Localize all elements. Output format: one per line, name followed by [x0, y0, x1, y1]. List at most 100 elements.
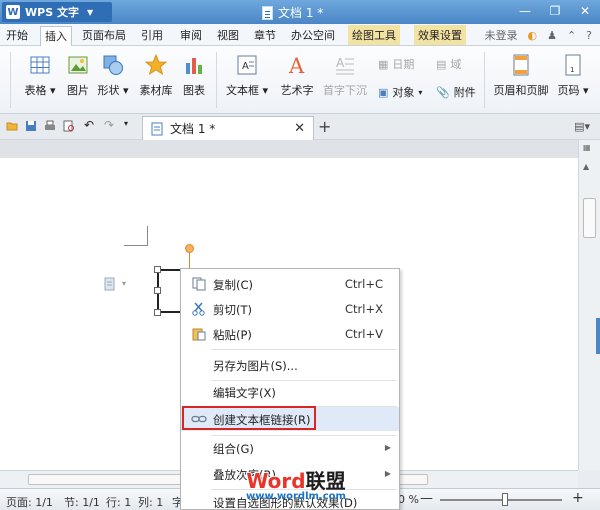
- undo-icon[interactable]: ↶: [84, 118, 96, 132]
- menu-item-cut[interactable]: 剪切(T) Ctrl+X: [181, 297, 399, 321]
- wordart-button[interactable]: A 艺术字: [276, 54, 318, 98]
- scissors-icon: [192, 302, 205, 316]
- print-preview-icon[interactable]: [63, 120, 75, 132]
- tab-insert[interactable]: 插入: [40, 26, 72, 46]
- minimize-button[interactable]: —: [510, 0, 540, 22]
- tab-drawing-tools[interactable]: 绘图工具: [348, 25, 400, 45]
- login-status[interactable]: 未登录: [484, 27, 517, 43]
- star-icon: [145, 54, 167, 76]
- context-menu: 复制(C) Ctrl+C 剪切(T) Ctrl+X 粘贴(P) Ctrl+V 另…: [180, 268, 400, 510]
- zoom-out-button[interactable]: —: [420, 491, 433, 506]
- menu-item-edit-text[interactable]: 编辑文字(X): [181, 380, 399, 404]
- insert-attachment-button[interactable]: 📎 附件: [436, 84, 476, 100]
- svg-text:A: A: [336, 56, 345, 70]
- ribbon: 表格 ▾ 图片 形状 ▾ 素材库 图表 A 文本框 ▾ A 艺术字 A 首字下沉…: [0, 46, 600, 114]
- header-footer-icon: [513, 54, 529, 76]
- chevron-down-icon[interactable]: ▾: [122, 279, 126, 288]
- insert-table-button[interactable]: 表格 ▾: [20, 54, 60, 98]
- menu-item-paste[interactable]: 粘贴(P) Ctrl+V: [181, 322, 399, 346]
- insert-object-button[interactable]: ▣ 对象 ▾: [378, 84, 422, 100]
- insert-chart-button[interactable]: 图表: [174, 54, 214, 98]
- submenu-arrow-icon: ▶: [384, 469, 391, 478]
- status-column[interactable]: 列: 1: [138, 494, 163, 510]
- menu-item-set-default-shape-effect[interactable]: 设置自选图形的默认效果(D): [181, 490, 399, 510]
- zoom-in-button[interactable]: +: [572, 490, 584, 506]
- table-icon: [30, 56, 50, 74]
- insert-picture-button[interactable]: 图片: [58, 54, 98, 98]
- chevron-up-icon[interactable]: ⌃: [567, 29, 576, 42]
- insert-date-button[interactable]: ▦ 日期: [378, 56, 414, 72]
- status-row[interactable]: 行: 1: [106, 494, 131, 510]
- drop-cap-button[interactable]: A 首字下沉: [322, 54, 368, 98]
- tab-page-layout[interactable]: 页面布局: [82, 27, 126, 43]
- tab-start[interactable]: 开始: [6, 27, 28, 43]
- save-icon[interactable]: [25, 120, 37, 132]
- tab-effects[interactable]: 效果设置: [414, 25, 466, 45]
- copy-icon: [192, 277, 206, 291]
- material-library-button[interactable]: 素材库: [136, 54, 176, 98]
- status-page[interactable]: 页面: 1/1: [6, 494, 53, 510]
- vertical-scrollbar[interactable]: ▦ ▲: [578, 140, 600, 470]
- chart-icon: [186, 58, 202, 74]
- help-icon[interactable]: ?: [586, 29, 592, 42]
- skin-icon[interactable]: ◐: [527, 29, 537, 42]
- menu-tabs: 开始 插入 页面布局 引用 审阅 视图 章节 办公空间 绘图工具 效果设置 未登…: [0, 24, 600, 46]
- svg-text:A: A: [242, 61, 249, 72]
- vertical-scroll-thumb[interactable]: [583, 198, 596, 238]
- menu-item-save-as-picture[interactable]: 另存为图片(S)...: [181, 353, 399, 377]
- close-tab-icon[interactable]: ✕: [294, 121, 305, 136]
- picture-icon: [68, 56, 88, 74]
- anchor-icon[interactable]: [103, 277, 117, 291]
- tab-view[interactable]: 视图: [217, 27, 239, 43]
- new-tab-icon[interactable]: +: [318, 117, 331, 136]
- print-icon[interactable]: [44, 120, 56, 132]
- paperclip-icon: 📎: [436, 85, 450, 99]
- tab-list-icon[interactable]: ▤▾: [574, 120, 590, 133]
- svg-text:1: 1: [570, 66, 574, 74]
- tab-office-space[interactable]: 办公空间: [291, 27, 335, 43]
- document-icon: [262, 5, 273, 20]
- resize-handle-top-left[interactable]: [154, 266, 161, 273]
- open-folder-icon[interactable]: [6, 120, 18, 132]
- menu-item-group[interactable]: 组合(G) ▶: [181, 436, 399, 460]
- shirt-icon[interactable]: ♟: [547, 29, 557, 42]
- restore-button[interactable]: ❐: [540, 0, 570, 22]
- redo-icon[interactable]: ↷: [104, 118, 116, 132]
- title-bar: W WPS 文字 ▼ 文档 1 * — ❐ ✕: [0, 0, 600, 24]
- insert-field-button[interactable]: ▤ 域: [436, 56, 461, 72]
- document-tab[interactable]: 文档 1 * ✕: [142, 116, 314, 140]
- close-button[interactable]: ✕: [570, 0, 600, 22]
- document-tab-label: 文档 1 *: [170, 122, 216, 136]
- drop-cap-icon: A: [336, 56, 354, 75]
- app-menu-button[interactable]: W WPS 文字 ▼: [2, 2, 112, 22]
- scroll-up-icon[interactable]: ▲: [583, 162, 589, 171]
- insert-textbox-button[interactable]: A 文本框 ▾: [224, 54, 270, 98]
- textbox-icon: A: [237, 55, 257, 75]
- resize-handle-bottom-left[interactable]: [154, 309, 161, 316]
- window-title-text: 文档 1 *: [278, 6, 324, 20]
- field-icon: ▤: [436, 57, 447, 71]
- customize-chevron-icon[interactable]: ▾: [124, 119, 136, 131]
- tab-references[interactable]: 引用: [141, 27, 163, 43]
- zoom-slider-thumb[interactable]: [501, 493, 508, 506]
- side-panel-toggle[interactable]: [596, 318, 600, 354]
- page-number-button[interactable]: 1 页码 ▾: [554, 54, 592, 98]
- insert-shape-button[interactable]: 形状 ▾: [93, 54, 133, 98]
- paste-icon: [192, 328, 206, 341]
- resize-handle-left[interactable]: [154, 287, 161, 294]
- app-name: WPS 文字: [25, 6, 79, 19]
- menu-item-copy[interactable]: 复制(C) Ctrl+C: [181, 272, 399, 296]
- wordart-icon: A: [288, 54, 305, 76]
- tab-chapter[interactable]: 章节: [254, 27, 276, 43]
- tab-review[interactable]: 审阅: [180, 27, 202, 43]
- shape-icon: [103, 55, 123, 75]
- wps-logo-icon: W: [6, 5, 20, 19]
- highlight-annotation-box: [182, 406, 316, 430]
- header-footer-button[interactable]: 页眉和页脚: [492, 54, 550, 98]
- status-section[interactable]: 节: 1/1: [64, 494, 100, 510]
- menu-item-order[interactable]: 叠放次序(R) ▶: [181, 462, 399, 486]
- document-icon: [151, 122, 163, 135]
- margin-corner-mark: [124, 226, 148, 246]
- ruler-toggle-icon[interactable]: ▦: [583, 143, 591, 152]
- zoom-level[interactable]: 0 %: [398, 493, 419, 506]
